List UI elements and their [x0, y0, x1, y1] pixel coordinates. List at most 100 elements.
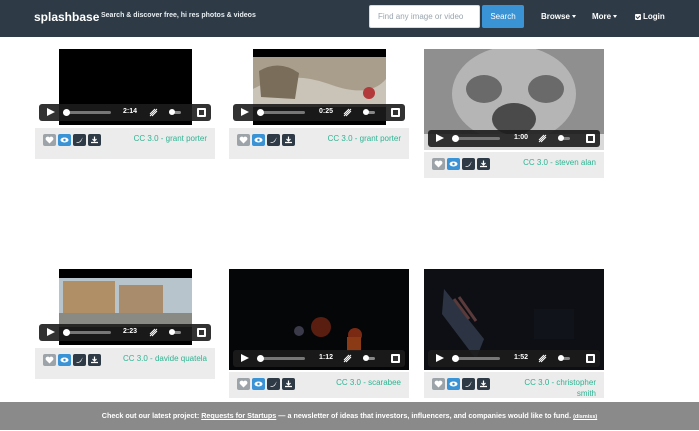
- play-icon[interactable]: [47, 108, 55, 116]
- play-icon[interactable]: [241, 354, 249, 362]
- search-input[interactable]: [369, 5, 480, 28]
- view-button[interactable]: [447, 158, 460, 170]
- video-duration: 1:00: [514, 134, 529, 141]
- tweet-button[interactable]: [462, 158, 475, 170]
- like-button[interactable]: [43, 134, 56, 146]
- login-label: Login: [643, 12, 665, 21]
- download-icon: [91, 136, 98, 144]
- fullscreen-icon[interactable]: [391, 108, 400, 117]
- video-player[interactable]: 1:12: [229, 269, 409, 370]
- license-link[interactable]: CC 3.0 - steven alan: [496, 157, 596, 168]
- tweet-button[interactable]: [267, 378, 280, 390]
- view-button[interactable]: [447, 378, 460, 390]
- download-button[interactable]: [477, 378, 490, 390]
- fullscreen-icon[interactable]: [586, 354, 595, 363]
- play-icon[interactable]: [436, 354, 444, 362]
- tweet-button[interactable]: [462, 378, 475, 390]
- twitter-icon: [270, 137, 277, 143]
- license-link[interactable]: CC 3.0 - scarabee: [311, 377, 401, 388]
- progress-slider[interactable]: [63, 329, 111, 336]
- video-player[interactable]: 2:14: [35, 49, 215, 125]
- volume-slider[interactable]: [363, 109, 375, 115]
- volume-slider[interactable]: [363, 355, 375, 361]
- requests-for-startups-link[interactable]: Requests for Startups: [201, 411, 276, 420]
- eye-icon: [254, 137, 263, 143]
- more-menu[interactable]: More: [592, 12, 618, 21]
- tagline: Search & discover free, hi res photos & …: [101, 12, 256, 19]
- video-controls: 2:23: [39, 324, 211, 341]
- dismiss-link[interactable]: (dismiss): [573, 414, 597, 420]
- progress-slider[interactable]: [257, 355, 305, 362]
- like-button[interactable]: [237, 378, 250, 390]
- download-button[interactable]: [477, 158, 490, 170]
- volume-slider[interactable]: [169, 109, 181, 115]
- twitter-icon: [76, 357, 83, 363]
- view-button[interactable]: [252, 134, 265, 146]
- download-icon: [285, 136, 292, 144]
- download-icon: [480, 380, 487, 388]
- volume-slider[interactable]: [558, 135, 570, 141]
- play-icon[interactable]: [241, 108, 249, 116]
- search-button[interactable]: Search: [482, 5, 524, 28]
- hd-off-icon[interactable]: [538, 134, 547, 143]
- play-icon[interactable]: [436, 134, 444, 142]
- view-button[interactable]: [58, 134, 71, 146]
- hd-off-icon[interactable]: [538, 354, 547, 363]
- brand-logo[interactable]: splashbase: [34, 10, 99, 24]
- navbar: splashbase Search & discover free, hi re…: [0, 0, 699, 37]
- like-button[interactable]: [432, 158, 445, 170]
- fullscreen-icon[interactable]: [391, 354, 400, 363]
- video-player[interactable]: 1:00: [424, 49, 604, 150]
- tweet-button[interactable]: [73, 354, 86, 366]
- login-link[interactable]: Login: [635, 12, 665, 21]
- card-info-bar: CC 3.0 - grant porter: [229, 128, 409, 159]
- fullscreen-icon[interactable]: [197, 328, 206, 337]
- hd-off-icon[interactable]: [149, 328, 158, 337]
- like-button[interactable]: [43, 354, 56, 366]
- progress-slider[interactable]: [452, 355, 500, 362]
- twitter-icon: [76, 137, 83, 143]
- video-duration: 2:23: [123, 328, 138, 335]
- play-icon[interactable]: [47, 328, 55, 336]
- view-button[interactable]: [252, 378, 265, 390]
- like-button[interactable]: [432, 378, 445, 390]
- download-button[interactable]: [88, 134, 101, 146]
- volume-slider[interactable]: [169, 329, 181, 335]
- video-controls: 1:12: [233, 350, 405, 367]
- download-button[interactable]: [88, 354, 101, 366]
- fullscreen-icon[interactable]: [586, 134, 595, 143]
- twitter-icon: [465, 161, 472, 167]
- more-label: More: [592, 12, 612, 21]
- hd-off-icon[interactable]: [343, 354, 352, 363]
- view-button[interactable]: [58, 354, 71, 366]
- tweet-button[interactable]: [73, 134, 86, 146]
- license-link[interactable]: CC 3.0 - grant porter: [311, 133, 401, 144]
- video-player[interactable]: 2:23: [35, 269, 215, 345]
- video-duration: 0:25: [319, 108, 334, 115]
- progress-slider[interactable]: [452, 135, 500, 142]
- video-controls: 0:25: [233, 104, 405, 121]
- download-button[interactable]: [282, 134, 295, 146]
- progress-slider[interactable]: [63, 109, 111, 116]
- chevron-down-icon: [571, 15, 576, 19]
- fullscreen-icon[interactable]: [197, 108, 206, 117]
- license-link[interactable]: CC 3.0 - davide quatela: [117, 353, 207, 364]
- download-icon: [285, 380, 292, 388]
- video-player[interactable]: 1:52: [424, 269, 604, 370]
- card-info-bar: CC 3.0 - steven alan: [424, 152, 604, 178]
- license-link[interactable]: CC 3.0 - christopher smith: [506, 377, 596, 399]
- like-button[interactable]: [237, 134, 250, 146]
- tweet-button[interactable]: [267, 134, 280, 146]
- banner-suffix: — a newsletter of ideas that investors, …: [276, 411, 574, 420]
- heart-icon: [239, 380, 248, 388]
- video-player[interactable]: 0:25: [229, 49, 409, 125]
- license-link[interactable]: CC 3.0 - grant porter: [117, 133, 207, 144]
- download-button[interactable]: [282, 378, 295, 390]
- video-controls: 2:14: [39, 104, 211, 121]
- eye-icon: [449, 381, 458, 387]
- progress-slider[interactable]: [257, 109, 305, 116]
- hd-off-icon[interactable]: [343, 108, 352, 117]
- hd-off-icon[interactable]: [149, 108, 158, 117]
- browse-menu[interactable]: Browse: [541, 12, 576, 21]
- volume-slider[interactable]: [558, 355, 570, 361]
